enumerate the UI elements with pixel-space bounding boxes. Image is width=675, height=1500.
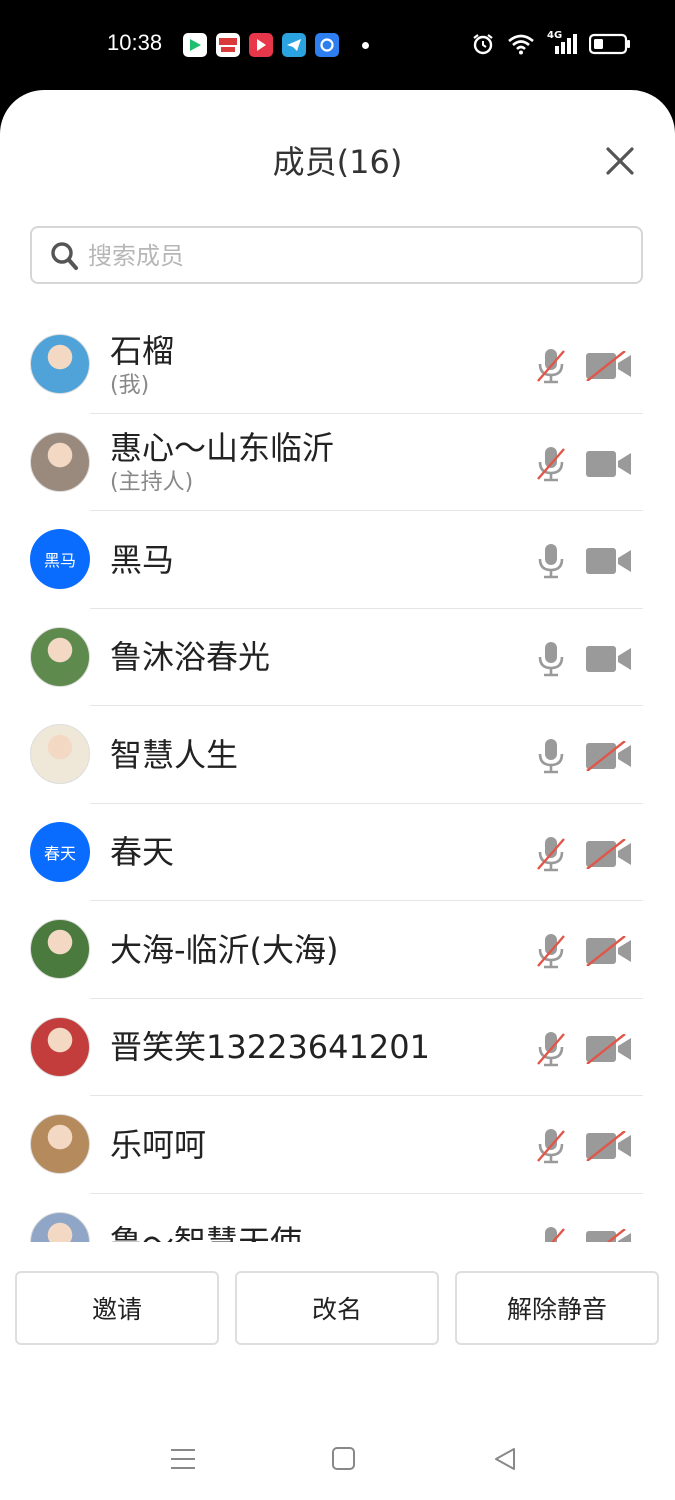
search-input[interactable] — [86, 236, 630, 276]
mic-muted-icon[interactable] — [534, 1127, 568, 1165]
member-name: 黑马 — [110, 540, 175, 579]
member-role: (我) — [110, 372, 150, 398]
member-name: 春天 — [110, 833, 175, 871]
avatar-initials: 黑马 — [43, 551, 76, 570]
member-name: 大海-临沂(大海) — [110, 930, 339, 969]
mic-muted-icon[interactable] — [534, 347, 568, 385]
action-bar: 邀请 改名 解除静音 — [15, 1271, 659, 1345]
unmute-button[interactable]: 解除静音 — [455, 1271, 659, 1345]
member-info: 鲁沐浴春光 — [110, 609, 270, 706]
member-name: 鲁～智慧天使 — [110, 1223, 303, 1242]
member-info: 惠心～山东临沂 (主持人) — [110, 414, 334, 511]
members-panel: 成员(16) 石榴(我)惠心～山东临沂(主持人)黑马黑马鲁沐浴春光智慧人生春天春… — [0, 90, 675, 1500]
more-notifications-dot — [362, 41, 369, 49]
close-icon — [606, 147, 634, 175]
mic-muted-icon[interactable] — [534, 1030, 568, 1068]
member-name: 智慧人生 — [110, 735, 239, 774]
member-info: 智慧人生 — [110, 706, 238, 803]
member-row[interactable]: 鲁～智慧天使 — [0, 1194, 675, 1242]
notification-icons — [183, 33, 369, 57]
system-status-icons: 4G — [471, 30, 631, 56]
member-row[interactable]: 春天 春天 — [0, 804, 675, 901]
news-app-icon — [216, 33, 240, 57]
member-role: (主持人) — [110, 470, 194, 495]
search-icon — [51, 242, 78, 270]
member-row[interactable]: 石榴 (我) — [0, 316, 675, 414]
home-button[interactable] — [331, 1446, 357, 1476]
member-row[interactable]: 大海-临沂(大海) — [0, 901, 675, 999]
camera-icon[interactable] — [585, 644, 633, 674]
member-row[interactable]: 鲁沐浴春光 — [0, 609, 675, 706]
battery-icon — [589, 33, 630, 55]
member-row[interactable]: 晋笑笑13223641201 — [0, 999, 675, 1096]
mic-icon[interactable] — [534, 542, 568, 580]
member-info: 晋笑笑13223641201 — [110, 999, 430, 1096]
browser-app-icon — [315, 33, 339, 57]
back-triangle-icon — [495, 1448, 515, 1470]
menu-icon — [171, 1449, 195, 1469]
mic-muted-icon[interactable] — [534, 1225, 568, 1242]
mic-muted-icon[interactable] — [534, 932, 568, 970]
system-nav-bar — [0, 1420, 675, 1500]
status-time: 10:38 — [107, 30, 163, 55]
member-name: 石榴 — [110, 331, 175, 370]
camera-icon[interactable] — [585, 449, 633, 479]
member-avatar — [30, 1114, 90, 1174]
camera-off-icon[interactable] — [585, 1227, 633, 1242]
back-button[interactable] — [492, 1446, 518, 1476]
member-name: 惠心～山东临沂 — [110, 429, 335, 467]
member-avatar — [30, 626, 90, 687]
telegram-icon — [282, 33, 306, 57]
4g-signal-icon: 4G — [547, 30, 577, 56]
camera-off-icon[interactable] — [585, 935, 633, 967]
video-app-icon — [249, 33, 273, 57]
play-store-icon — [183, 33, 207, 57]
camera-off-icon[interactable] — [585, 1032, 633, 1065]
camera-icon[interactable] — [585, 546, 633, 576]
close-button[interactable] — [603, 144, 637, 178]
member-info: 大海-临沂(大海) — [110, 901, 339, 998]
mic-muted-icon[interactable] — [534, 445, 568, 483]
member-avatar — [30, 724, 90, 784]
camera-off-icon[interactable] — [585, 1130, 633, 1162]
mic-icon[interactable] — [534, 640, 568, 678]
member-info: 鲁～智慧天使 — [110, 1194, 303, 1242]
member-list[interactable]: 石榴 (我) 惠心～山东临沂 (主持人) 黑马 黑马鲁沐浴春光智慧人生春天 春天大海-临沂(… — [0, 316, 675, 1242]
camera-off-icon[interactable] — [585, 350, 633, 382]
member-name: 乐呵呵 — [110, 1125, 207, 1164]
alarm-icon — [473, 34, 493, 55]
mic-icon[interactable] — [534, 737, 568, 775]
camera-off-icon[interactable] — [585, 837, 633, 870]
camera-off-icon[interactable] — [585, 740, 633, 772]
member-row[interactable]: 黑马 黑马 — [0, 511, 675, 609]
member-name: 鲁沐浴春光 — [110, 638, 271, 676]
member-avatar — [30, 1016, 90, 1077]
member-row[interactable]: 惠心～山东临沂 (主持人) — [0, 414, 675, 511]
member-avatar — [30, 1211, 90, 1242]
member-row[interactable]: 乐呵呵 — [0, 1096, 675, 1194]
recent-apps-button[interactable] — [170, 1446, 196, 1476]
member-info: 春天 — [110, 804, 174, 901]
rename-button[interactable]: 改名 — [235, 1271, 439, 1345]
search-box[interactable] — [30, 226, 643, 284]
member-info: 石榴 (我) — [110, 316, 174, 413]
avatar-initials: 春天 — [43, 843, 76, 863]
member-avatar — [30, 431, 90, 492]
invite-button[interactable]: 邀请 — [15, 1271, 219, 1345]
panel-title: 成员(16) — [272, 143, 403, 181]
mic-muted-icon[interactable] — [534, 835, 568, 873]
member-name: 晋笑笑13223641201 — [110, 1028, 430, 1066]
status-bar: 10:38 4G — [0, 0, 675, 90]
member-avatar — [30, 334, 90, 394]
member-avatar: 黑马 — [30, 529, 90, 589]
home-square-icon — [332, 1447, 355, 1470]
member-avatar: 春天 — [30, 821, 90, 882]
member-info: 黑马 — [110, 511, 174, 608]
wifi-icon — [508, 34, 534, 55]
member-row[interactable]: 智慧人生 — [0, 706, 675, 804]
member-avatar — [30, 919, 90, 979]
member-info: 乐呵呵 — [110, 1096, 206, 1193]
